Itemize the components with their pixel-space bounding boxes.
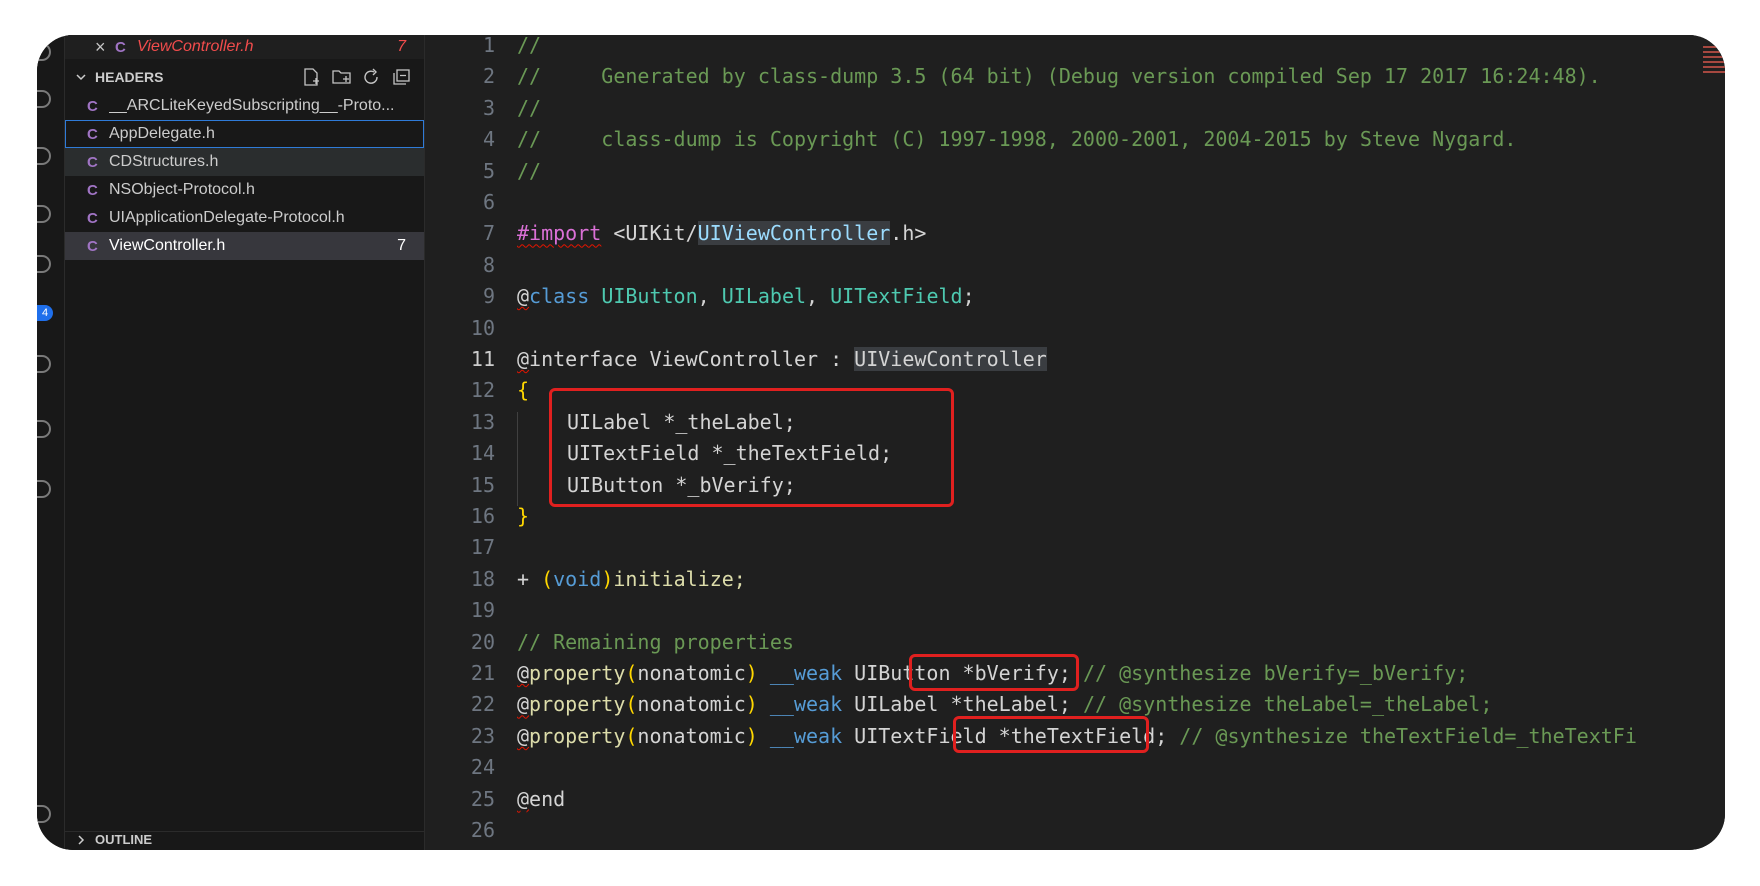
code-editor[interactable]: 1 // 2 // Generated by class-dump 3.5 (64 … xyxy=(425,35,1725,850)
section-title: HEADERS xyxy=(95,69,164,85)
line-number: 23 xyxy=(470,723,495,748)
line-number: 13 xyxy=(470,409,495,434)
line-number: 2 xyxy=(482,64,495,89)
vscode-window: 4 × C ViewController.h 7 HEADERS C __ARC… xyxy=(37,35,1725,850)
code-line: + (void)initialize; xyxy=(517,566,746,591)
settings-icon[interactable] xyxy=(37,480,51,498)
collapse-all-icon[interactable] xyxy=(392,68,412,86)
new-file-icon[interactable] xyxy=(302,68,322,86)
file-item[interactable]: C AppDelegate.h xyxy=(65,120,424,148)
line-number: 21 xyxy=(470,661,495,685)
file-item[interactable]: C NSObject-Protocol.h xyxy=(65,176,424,204)
problem-count: 7 xyxy=(397,38,406,55)
line-number: 24 xyxy=(470,755,495,780)
code-line: } xyxy=(517,504,530,528)
outline-title: OUTLINE xyxy=(95,832,153,847)
line-number: 15 xyxy=(470,472,495,497)
line-number: 22 xyxy=(470,692,495,717)
line-number: 19 xyxy=(470,598,495,623)
line-number: 20 xyxy=(470,629,495,654)
headers-section-header[interactable]: HEADERS xyxy=(65,65,424,89)
file-item-active[interactable]: C ViewController.h 7 xyxy=(65,232,424,260)
line-number: 26 xyxy=(470,818,495,842)
open-editor-name: ViewController.h xyxy=(137,38,254,55)
line-number: 9 xyxy=(482,284,495,309)
file-name: UIApplicationDelegate-Protocol.h xyxy=(109,209,345,226)
file-name: CDStructures.h xyxy=(109,153,219,170)
line-number: 16 xyxy=(470,504,495,528)
section-actions xyxy=(302,68,412,86)
outline-section-header[interactable]: OUTLINE xyxy=(65,831,424,850)
new-folder-icon[interactable] xyxy=(332,68,352,86)
chevron-down-icon xyxy=(76,74,86,81)
problem-count: 7 xyxy=(397,237,406,254)
line-number: 7 xyxy=(482,221,495,246)
chevron-right-icon xyxy=(78,835,85,845)
line-number: 4 xyxy=(482,127,495,152)
file-name: ViewController.h xyxy=(109,237,226,254)
line-number: 6 xyxy=(482,190,495,214)
code-line: // Remaining properties xyxy=(517,629,794,654)
debug-icon[interactable] xyxy=(37,205,51,223)
line-number: 8 xyxy=(482,252,495,277)
code-line: // class-dump is Copyright (C) 1997-1998… xyxy=(517,127,1517,152)
line-number: 10 xyxy=(470,315,495,340)
file-name: AppDelegate.h xyxy=(109,125,215,142)
extensions-icon[interactable] xyxy=(37,255,51,273)
code-line: @class UIButton, UILabel, UITextField; xyxy=(517,284,975,309)
file-list: C __ARCLiteKeyedSubscripting__-Proto... … xyxy=(65,92,424,260)
c-file-icon: C xyxy=(115,38,126,56)
file-item[interactable]: C UIApplicationDelegate-Protocol.h xyxy=(65,204,424,232)
line-number-current: 11 xyxy=(470,347,495,371)
code-line: // Generated by class-dump 3.5 (64 bit) … xyxy=(517,64,1601,89)
c-file-icon: C xyxy=(87,153,98,171)
explorer-icon[interactable] xyxy=(37,43,51,61)
testing-icon[interactable] xyxy=(37,420,51,438)
code-line: // xyxy=(517,95,542,120)
line-number: 14 xyxy=(470,441,495,466)
line-number: 1 xyxy=(482,35,495,57)
c-file-icon: C xyxy=(87,97,98,115)
notification-badge: 4 xyxy=(37,305,53,321)
file-item[interactable]: C __ARCLiteKeyedSubscripting__-Proto... xyxy=(65,92,424,120)
file-item[interactable]: C CDStructures.h xyxy=(65,148,424,176)
annotation-box-bverify xyxy=(909,654,1079,691)
explorer-sidebar: × C ViewController.h 7 HEADERS C __ARCLi… xyxy=(65,35,425,850)
annotation-box-textfield xyxy=(953,716,1149,753)
refresh-icon[interactable] xyxy=(362,68,382,86)
c-file-icon: C xyxy=(87,125,98,143)
open-editor-item[interactable]: × C ViewController.h 7 xyxy=(65,35,424,59)
c-file-icon: C xyxy=(87,181,98,199)
line-number: 25 xyxy=(470,786,495,811)
file-name: __ARCLiteKeyedSubscripting__-Proto... xyxy=(109,97,395,114)
code-line: { xyxy=(517,378,530,403)
line-number: 3 xyxy=(482,95,495,120)
code-line: @interface ViewController : UIViewContro… xyxy=(517,347,1047,371)
line-number: 12 xyxy=(470,378,495,403)
code-line: // xyxy=(517,158,542,183)
c-file-icon: C xyxy=(87,237,98,255)
search-icon[interactable] xyxy=(37,90,51,108)
code-line: // xyxy=(517,35,542,57)
run-icon[interactable] xyxy=(37,147,51,165)
line-number: 17 xyxy=(470,535,495,560)
code-line: #import <UIKit/UIViewController.h> xyxy=(517,221,927,246)
activity-bar: 4 xyxy=(37,35,65,850)
file-name: NSObject-Protocol.h xyxy=(109,181,255,198)
close-icon[interactable]: × xyxy=(95,37,115,58)
annotation-box-ivars xyxy=(549,388,954,507)
remote-icon[interactable] xyxy=(37,805,51,823)
code-line: @end xyxy=(517,786,566,811)
line-number: 5 xyxy=(482,158,495,183)
account-icon[interactable] xyxy=(37,355,51,373)
line-number: 18 xyxy=(470,566,495,591)
c-file-icon: C xyxy=(87,209,98,227)
